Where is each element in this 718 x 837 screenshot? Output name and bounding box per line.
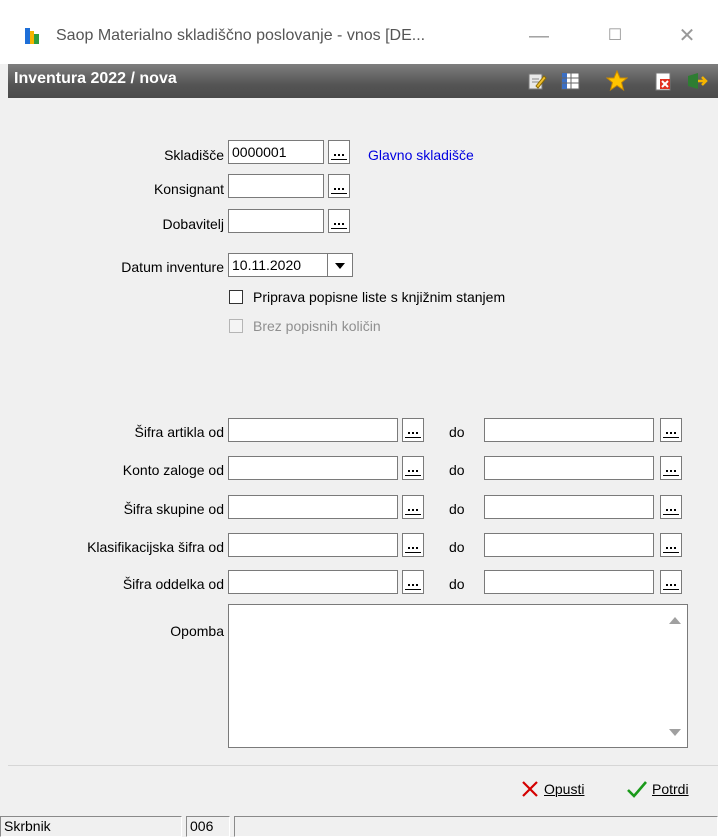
minimize-button[interactable]: — — [524, 22, 554, 50]
range-label: Šifra artikla od — [134, 424, 224, 440]
range-label: Konto zaloge od — [122, 462, 224, 478]
range-to-input[interactable] — [484, 456, 654, 480]
brez-checkbox — [229, 319, 243, 333]
status-code: 006 — [186, 816, 230, 837]
cancel-label: Opusti — [544, 781, 585, 797]
range-to-lookup-button[interactable] — [660, 533, 682, 557]
range-separator: do — [449, 576, 465, 592]
confirm-button[interactable]: Potrdi — [626, 775, 689, 803]
close-button[interactable]: ✕ — [672, 22, 702, 50]
exit-icon[interactable] — [686, 70, 708, 92]
confirm-label: Potrdi — [652, 781, 689, 797]
status-extra — [234, 816, 718, 837]
skladisce-input[interactable]: 0000001 — [228, 140, 324, 164]
form-title: Inventura 2022 / nova — [14, 70, 177, 87]
window-titlebar: Saop Materialno skladiščno poslovanje - … — [0, 0, 718, 64]
skladisce-lookup-button[interactable] — [328, 140, 350, 164]
range-to-lookup-button[interactable] — [660, 495, 682, 519]
star-icon[interactable] — [606, 70, 628, 92]
status-user: Skrbnik — [0, 816, 182, 837]
range-from-lookup-button[interactable] — [402, 495, 424, 519]
dobavitelj-lookup-button[interactable] — [328, 209, 350, 233]
range-to-input[interactable] — [484, 495, 654, 519]
range-to-input[interactable] — [484, 533, 654, 557]
range-to-input[interactable] — [484, 418, 654, 442]
range-label: Klasifikacijska šifra od — [87, 539, 224, 555]
maximize-button[interactable]: ☐ — [600, 22, 630, 50]
opomba-label: Opomba — [170, 623, 224, 639]
konsignant-input[interactable] — [228, 174, 324, 198]
scroll-up-icon[interactable] — [669, 617, 681, 624]
priprava-checkbox[interactable] — [229, 290, 243, 304]
opomba-textarea[interactable] — [228, 604, 688, 748]
range-from-input[interactable] — [228, 533, 398, 557]
brez-label: Brez popisnih količin — [253, 318, 381, 334]
action-separator — [8, 765, 718, 766]
range-from-lookup-button[interactable] — [402, 418, 424, 442]
range-to-lookup-button[interactable] — [660, 570, 682, 594]
skladisce-label: Skladišče — [164, 147, 224, 163]
cancel-x-icon — [522, 781, 538, 797]
konsignant-label: Konsignant — [153, 181, 224, 197]
range-label: Šifra oddelka od — [122, 576, 224, 592]
range-to-input[interactable] — [484, 570, 654, 594]
range-separator: do — [449, 424, 465, 440]
datum-label: Datum inventure — [121, 259, 224, 275]
window-title: Saop Materialno skladiščno poslovanje - … — [56, 27, 426, 44]
app-icon — [25, 28, 39, 44]
skladisce-name: Glavno skladišče — [368, 147, 474, 163]
edit-icon[interactable] — [526, 70, 548, 92]
range-from-input[interactable] — [228, 495, 398, 519]
range-to-lookup-button[interactable] — [660, 418, 682, 442]
delete-icon[interactable] — [652, 70, 674, 92]
range-from-input[interactable] — [228, 570, 398, 594]
range-separator: do — [449, 462, 465, 478]
datum-dropdown-button[interactable] — [327, 253, 353, 277]
range-from-lookup-button[interactable] — [402, 456, 424, 480]
range-from-lookup-button[interactable] — [402, 570, 424, 594]
chevron-down-icon — [335, 263, 345, 269]
priprava-label: Priprava popisne liste s knjižnim stanje… — [253, 289, 506, 305]
cancel-button[interactable]: Opusti — [520, 775, 584, 803]
form-header: Inventura 2022 / nova — [8, 64, 718, 98]
range-from-input[interactable] — [228, 456, 398, 480]
checkmark-icon — [627, 781, 647, 798]
range-from-input[interactable] — [228, 418, 398, 442]
range-separator: do — [449, 539, 465, 555]
range-separator: do — [449, 501, 465, 517]
datum-input[interactable]: 10.11.2020 — [228, 253, 328, 277]
status-bar: Skrbnik 006 — [0, 812, 718, 837]
scroll-down-icon[interactable] — [669, 729, 681, 736]
konsignant-lookup-button[interactable] — [328, 174, 350, 198]
range-from-lookup-button[interactable] — [402, 533, 424, 557]
dobavitelj-input[interactable] — [228, 209, 324, 233]
range-label: Šifra skupine od — [123, 501, 224, 517]
range-to-lookup-button[interactable] — [660, 456, 682, 480]
dobavitelj-label: Dobavitelj — [162, 216, 224, 232]
grid-icon[interactable] — [560, 70, 582, 92]
